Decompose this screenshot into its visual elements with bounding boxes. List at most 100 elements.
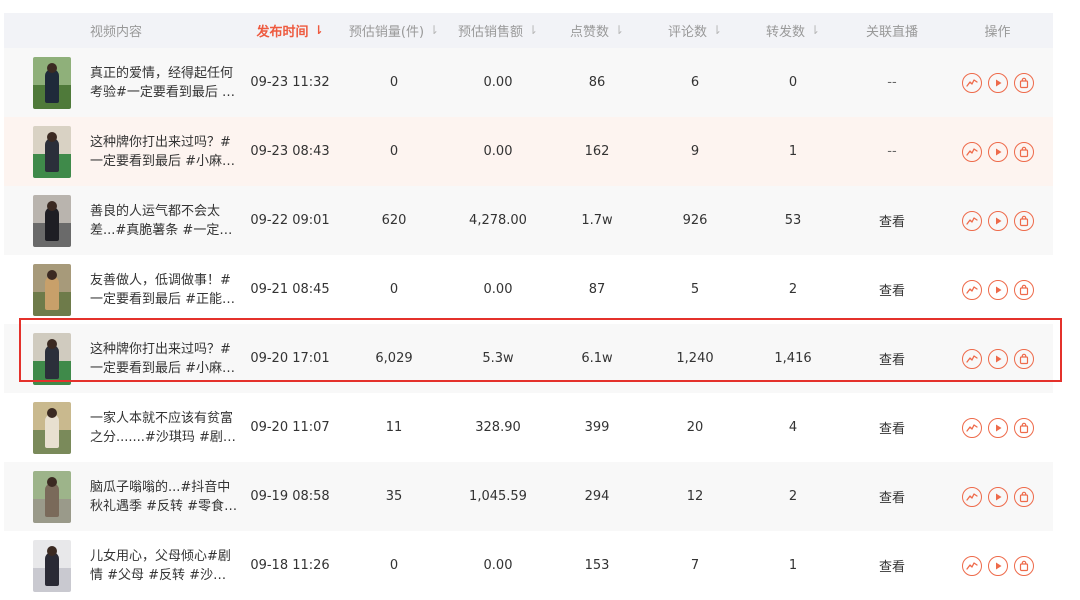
trend-chart-icon[interactable] bbox=[961, 555, 982, 576]
related-live: 查看 bbox=[842, 531, 942, 600]
shares-count: 4 bbox=[788, 420, 798, 435]
related-live-value[interactable]: 查看 bbox=[879, 487, 905, 506]
trend-chart-icon[interactable] bbox=[961, 72, 982, 93]
trend-chart-icon[interactable] bbox=[961, 210, 982, 231]
comments-count: 9 bbox=[690, 144, 700, 159]
table-row[interactable]: 这种牌你打出来过吗？#一定要看到最后 #小麻… 09-23 08:43 0 0.… bbox=[4, 117, 1053, 186]
video-title[interactable]: 友善做人，低调做事！#一定要看到最后 #正能… bbox=[90, 271, 238, 309]
header-est-sales-qty[interactable]: 预估销量(件) ⇂ bbox=[340, 13, 448, 48]
video-thumbnail[interactable] bbox=[32, 539, 71, 592]
video-title[interactable]: 脑瓜子嗡嗡的...#抖音中秋礼遇季 #反转 #零食 … bbox=[90, 478, 238, 516]
thumbnail-cell bbox=[4, 462, 90, 531]
header-comments[interactable]: 评论数 ⇂ bbox=[646, 13, 744, 48]
sort-desc-icon: ⇂ bbox=[313, 22, 324, 37]
related-live-value[interactable]: 查看 bbox=[879, 280, 905, 299]
sort-desc-icon: ⇂ bbox=[429, 22, 440, 37]
table-row[interactable]: 真正的爱情，经得起任何考验#一定要看到最后 … 09-23 11:32 0 0.… bbox=[4, 48, 1053, 117]
related-live: -- bbox=[842, 117, 942, 186]
publish-time: 09-21 08:45 bbox=[250, 282, 330, 297]
est-sales-qty: 11 bbox=[385, 420, 403, 435]
actions-cell bbox=[942, 48, 1053, 117]
shopping-bag-icon[interactable] bbox=[1013, 72, 1034, 93]
est-sales-qty: 0 bbox=[389, 282, 399, 297]
publish-time: 09-18 11:26 bbox=[250, 558, 330, 573]
est-sales-amount: 1,045.59 bbox=[469, 489, 527, 504]
related-live-value: -- bbox=[887, 144, 897, 159]
video-thumbnail[interactable] bbox=[32, 401, 71, 454]
video-thumbnail[interactable] bbox=[32, 332, 71, 385]
related-live: 查看 bbox=[842, 186, 942, 255]
table-row[interactable]: 脑瓜子嗡嗡的...#抖音中秋礼遇季 #反转 #零食 … 09-19 08:58 … bbox=[4, 462, 1053, 531]
likes-count: 153 bbox=[584, 558, 610, 573]
shopping-bag-icon[interactable] bbox=[1013, 486, 1034, 507]
table-row[interactable]: 善良的人运气都不会太差...#真脆薯条 #一定要… 09-22 09:01 62… bbox=[4, 186, 1053, 255]
title-cell: 这种牌你打出来过吗？#一定要看到最后 #小麻… bbox=[90, 117, 240, 186]
play-icon[interactable] bbox=[987, 486, 1008, 507]
shopping-bag-icon[interactable] bbox=[1013, 555, 1034, 576]
likes-count: 87 bbox=[588, 282, 606, 297]
table-row[interactable]: 这种牌你打出来过吗？#一定要看到最后 #小麻… 09-20 17:01 6,02… bbox=[4, 324, 1053, 393]
comments-count: 7 bbox=[690, 558, 700, 573]
shares-count: 53 bbox=[784, 213, 802, 228]
play-icon[interactable] bbox=[987, 141, 1008, 162]
trend-chart-icon[interactable] bbox=[961, 141, 982, 162]
shares-count: 1 bbox=[788, 558, 798, 573]
shares-count: 2 bbox=[788, 489, 798, 504]
video-thumbnail[interactable] bbox=[32, 263, 71, 316]
trend-chart-icon[interactable] bbox=[961, 348, 982, 369]
play-icon[interactable] bbox=[987, 279, 1008, 300]
title-cell: 儿女用心，父母倾心#剧情 #父母 #反转 #沙琪… bbox=[90, 531, 240, 600]
header-thumb-spacer bbox=[4, 13, 90, 48]
actions-cell bbox=[942, 393, 1053, 462]
shopping-bag-icon[interactable] bbox=[1013, 279, 1034, 300]
video-thumbnail[interactable] bbox=[32, 125, 71, 178]
video-title[interactable]: 这种牌你打出来过吗？#一定要看到最后 #小麻… bbox=[90, 133, 238, 171]
comments-count: 1,240 bbox=[676, 351, 714, 366]
play-icon[interactable] bbox=[987, 417, 1008, 438]
video-title[interactable]: 儿女用心，父母倾心#剧情 #父母 #反转 #沙琪… bbox=[90, 547, 238, 585]
header-est-sales-amount[interactable]: 预估销售额 ⇂ bbox=[448, 13, 548, 48]
shopping-bag-icon[interactable] bbox=[1013, 210, 1034, 231]
est-sales-amount: 0.00 bbox=[483, 75, 513, 90]
video-title[interactable]: 一家人本就不应该有贫富之分.......#沙琪玛 #剧… bbox=[90, 409, 238, 447]
thumbnail-cell bbox=[4, 186, 90, 255]
play-icon[interactable] bbox=[987, 210, 1008, 231]
video-thumbnail[interactable] bbox=[32, 194, 71, 247]
trend-chart-icon[interactable] bbox=[961, 486, 982, 507]
likes-count: 399 bbox=[584, 420, 610, 435]
shopping-bag-icon[interactable] bbox=[1013, 141, 1034, 162]
est-sales-qty: 0 bbox=[389, 144, 399, 159]
video-title[interactable]: 善良的人运气都不会太差...#真脆薯条 #一定要… bbox=[90, 202, 238, 240]
video-title[interactable]: 这种牌你打出来过吗？#一定要看到最后 #小麻… bbox=[90, 340, 238, 378]
trend-chart-icon[interactable] bbox=[961, 279, 982, 300]
play-icon[interactable] bbox=[987, 348, 1008, 369]
play-icon[interactable] bbox=[987, 555, 1008, 576]
header-likes[interactable]: 点赞数 ⇂ bbox=[548, 13, 646, 48]
title-cell: 脑瓜子嗡嗡的...#抖音中秋礼遇季 #反转 #零食 … bbox=[90, 462, 240, 531]
video-title[interactable]: 真正的爱情，经得起任何考验#一定要看到最后 … bbox=[90, 64, 238, 102]
table-row[interactable]: 儿女用心，父母倾心#剧情 #父母 #反转 #沙琪… 09-18 11:26 0 … bbox=[4, 531, 1053, 600]
comments-count: 20 bbox=[686, 420, 704, 435]
related-live-value[interactable]: 查看 bbox=[879, 211, 905, 230]
shopping-bag-icon[interactable] bbox=[1013, 417, 1034, 438]
video-thumbnail[interactable] bbox=[32, 56, 71, 109]
related-live: -- bbox=[842, 48, 942, 117]
video-thumbnail[interactable] bbox=[32, 470, 71, 523]
video-table: 视频内容 发布时间 ⇂ 预估销量(件) ⇂ 预估销售额 ⇂ 点赞数 ⇂ 评论数 ⇂ 转发数… bbox=[4, 13, 1053, 600]
trend-chart-icon[interactable] bbox=[961, 417, 982, 438]
related-live-value[interactable]: 查看 bbox=[879, 349, 905, 368]
shopping-bag-icon[interactable] bbox=[1013, 348, 1034, 369]
table-row[interactable]: 友善做人，低调做事！#一定要看到最后 #正能… 09-21 08:45 0 0.… bbox=[4, 255, 1053, 324]
actions-cell bbox=[942, 255, 1053, 324]
est-sales-amount: 4,278.00 bbox=[469, 213, 527, 228]
thumbnail-cell bbox=[4, 117, 90, 186]
thumbnail-cell bbox=[4, 324, 90, 393]
related-live-value[interactable]: 查看 bbox=[879, 418, 905, 437]
related-live-value[interactable]: 查看 bbox=[879, 556, 905, 575]
publish-time: 09-20 11:07 bbox=[250, 420, 330, 435]
est-sales-qty: 0 bbox=[389, 558, 399, 573]
play-icon[interactable] bbox=[987, 72, 1008, 93]
table-row[interactable]: 一家人本就不应该有贫富之分.......#沙琪玛 #剧… 09-20 11:07… bbox=[4, 393, 1053, 462]
header-publish-time[interactable]: 发布时间 ⇂ bbox=[240, 13, 340, 48]
header-shares[interactable]: 转发数 ⇂ bbox=[744, 13, 842, 48]
